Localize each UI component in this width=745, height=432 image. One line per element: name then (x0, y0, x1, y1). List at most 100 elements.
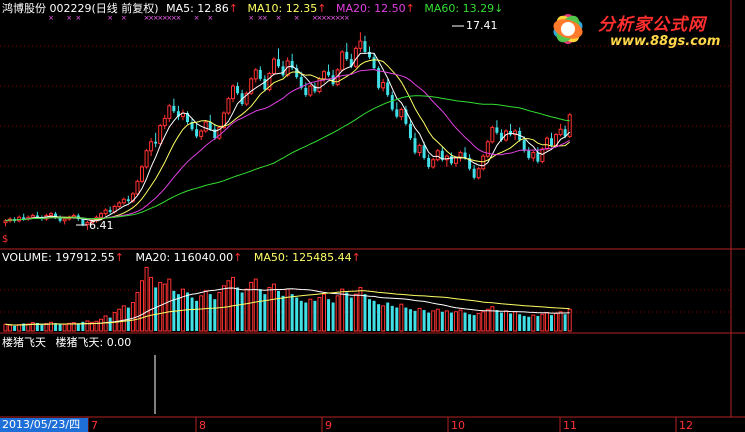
volume-ma20-up-arrow-icon: ↑ (233, 251, 243, 264)
site-logo: 分析家公式网 www.88gs.com (540, 4, 740, 54)
candle-body-down (236, 86, 240, 94)
candle-body-down (126, 199, 130, 202)
volume-bar-down (522, 315, 526, 331)
volume-bar-up (481, 311, 486, 332)
volume-bar-up (285, 288, 290, 332)
volume-bar-up (485, 308, 490, 332)
ma20-label: MA20: 12.50 (335, 2, 406, 15)
volume-bar-down (536, 315, 540, 331)
volume-bar-up (117, 308, 122, 332)
ma10-line (5, 59, 571, 222)
candle-body-up (322, 71, 326, 80)
volume-bar-up (308, 298, 313, 332)
candle-body-up (381, 81, 386, 89)
candle-body-down (172, 105, 176, 112)
stock-name-label: 鸿博股份 002229(日线 前复权) (2, 2, 159, 15)
kline-chart[interactable]: × × × × × ×××××××× × × × ×× × × ×××××××× 7 8 9 10 11 12 1… (0, 0, 745, 432)
signal-marker: × (75, 14, 81, 22)
candle-body-up (558, 128, 563, 136)
volume-up-arrow-icon: ↑ (114, 251, 124, 264)
candle-body-down (408, 123, 412, 139)
volume-bar-down (395, 307, 399, 331)
volume-bar-down (413, 310, 417, 331)
candle-body-up (62, 218, 67, 222)
signal-marker: × (121, 14, 127, 22)
signal-marker: × (194, 14, 200, 22)
candle-body-down (472, 168, 476, 178)
candle-body-up (199, 130, 204, 137)
volume-bars (3, 266, 572, 332)
candle-body-up (149, 141, 154, 152)
volume-bar-down (58, 324, 62, 331)
signal-marker: × (248, 14, 254, 22)
candle-body-down (422, 145, 426, 158)
volume-bar-down (363, 294, 367, 331)
signal-marker: × (262, 14, 268, 22)
volume-bar-down (463, 312, 467, 331)
volume-bar-down (313, 300, 317, 331)
candle-body-down (390, 95, 394, 110)
volume-bar-down (277, 290, 280, 331)
volume-bar-down (527, 316, 531, 331)
volume-bar-down (440, 311, 444, 331)
signal-marker: × (175, 14, 181, 22)
volume-bar-down (386, 302, 390, 331)
month-label: 8 (199, 419, 206, 432)
volume-bar-up (135, 291, 140, 332)
month-label: 12 (679, 419, 693, 432)
low-price-label: 6.41 (89, 219, 114, 232)
volume-value-label: VOLUME: 197912.55 (2, 251, 115, 264)
flower-logo-icon (553, 14, 583, 44)
volume-bar-up (253, 278, 258, 332)
month-axis: 7 8 9 10 11 12 (87, 417, 693, 432)
volume-bar-down (190, 297, 194, 331)
scale-mark: $ (2, 234, 8, 245)
volume-bar-up (3, 323, 8, 332)
indicator-header: 楼猪飞天 楼猪飞天: 0.00 (2, 336, 131, 349)
candle-body-down (108, 210, 112, 212)
signal-markers: × × × × × ×××××××× × × × ×× × × ×××××××× (48, 14, 350, 22)
volume-bar-down (327, 299, 331, 331)
volume-bar-up (544, 312, 549, 332)
ma10-up-arrow-icon: ↑ (317, 2, 327, 15)
candle-body-down (258, 69, 262, 79)
volume-bar-up (44, 323, 49, 332)
volume-bar-down (518, 314, 522, 331)
volume-bar-up (149, 276, 154, 332)
candle-body-up (121, 198, 126, 204)
candle-body-down (395, 109, 399, 117)
ma20-up-arrow-icon: ↑ (405, 2, 415, 15)
ma60-down-arrow-icon: ↓ (494, 2, 504, 15)
candle-body-up (144, 150, 149, 168)
volume-bar-up (144, 266, 149, 332)
volume-bar-up (335, 295, 340, 332)
volume-bar-up (244, 288, 249, 332)
signal-marker: × (66, 14, 72, 22)
volume-ma50-label: MA50: 125485.44 (253, 251, 352, 264)
high-price-label: 17.41 (466, 19, 498, 32)
volume-header: VOLUME: 197912.55↑ MA20: 116040.00↑ MA50… (2, 251, 361, 264)
volume-bar-down (290, 294, 294, 331)
candle-body-up (3, 220, 8, 224)
month-label: 11 (563, 419, 577, 432)
candle-body-up (117, 202, 122, 207)
volume-bar-up (158, 281, 163, 332)
volume-bar-up (490, 306, 495, 332)
volume-bar-up (435, 308, 440, 332)
volume-bar-up (358, 286, 363, 332)
candle-body-up (135, 180, 140, 195)
volume-bar-down (13, 325, 17, 331)
moving-average-lines (5, 52, 571, 222)
candle-body-up (476, 168, 481, 179)
volume-bar-down (550, 315, 553, 331)
signal-marker: × (344, 14, 350, 22)
candle-body-down (327, 71, 331, 76)
volume-bar-down (108, 317, 112, 331)
volume-bar-up (322, 293, 326, 332)
volume-bar-up (130, 302, 135, 332)
candle-body-down (372, 57, 376, 69)
volume-bar-down (236, 287, 240, 331)
volume-bar-down (472, 315, 476, 331)
volume-bar-down (295, 297, 299, 331)
volume-bar-up (504, 310, 508, 332)
